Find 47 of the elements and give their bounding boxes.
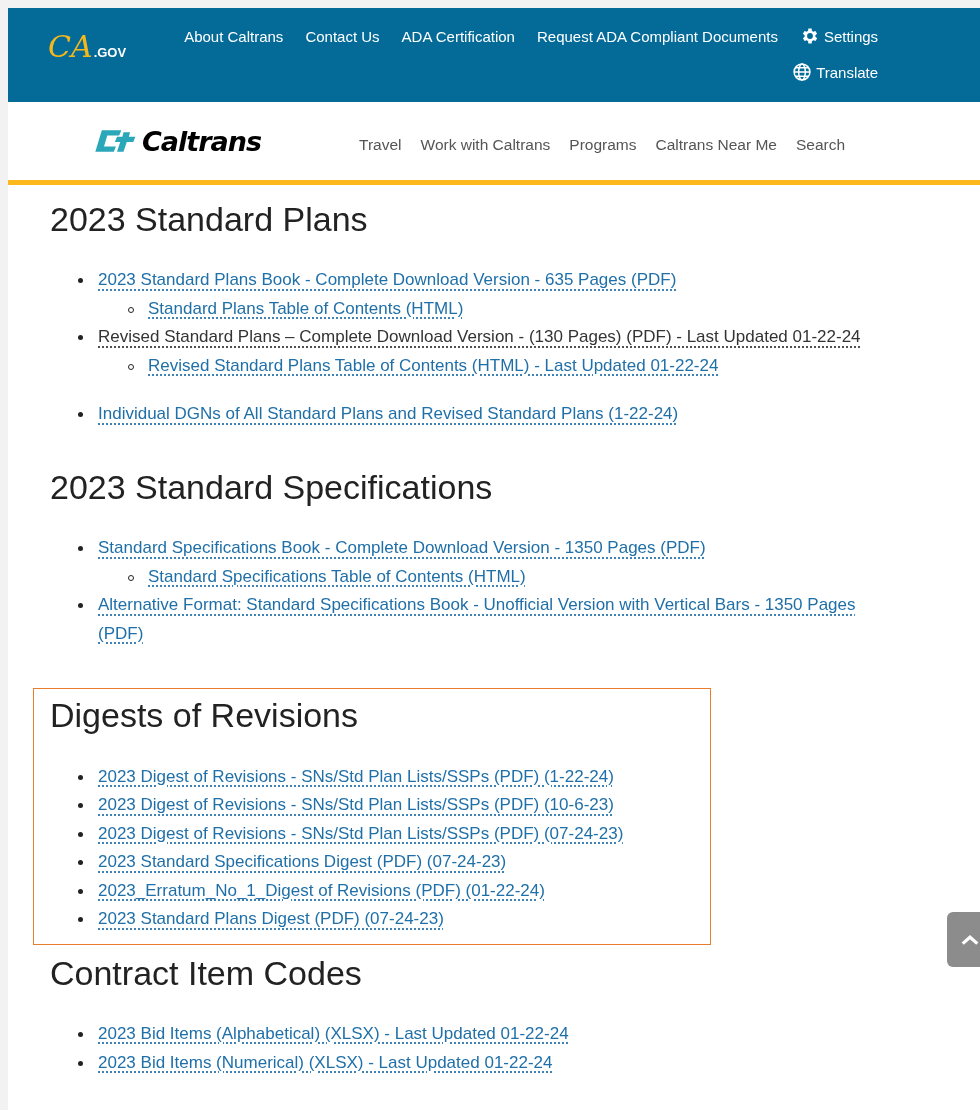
bullet-icon	[78, 412, 83, 418]
section-heading: 2023 Standard Plans	[50, 201, 369, 239]
nav-link[interactable]: Travel	[359, 136, 402, 154]
document-link[interactable]: Alternative Format: Standard Specifications Book - Unofficial Version with Vertical Bars - 1350 Pages (PDF)	[98, 591, 886, 649]
nav-link[interactable]: Programs	[569, 136, 637, 154]
nav-link[interactable]: Search	[795, 136, 846, 154]
document-link[interactable]: 2023 Digest of Revisions - SNs/Std Plan Lists/SSPs (PDF) (10-6-23)	[98, 791, 614, 820]
bullet-icon	[78, 888, 83, 894]
document-link[interactable]: Standard Specifications Book - Complete Download Version - 1350 Pages (PDF)	[98, 534, 706, 563]
bullet-icon	[78, 335, 83, 341]
bullet-icon	[78, 603, 83, 609]
caltrans-logo[interactable]: Caltrans	[94, 125, 262, 157]
settings-link[interactable]: Settings	[799, 26, 879, 46]
bullet-icon	[78, 546, 83, 552]
bullet-icon	[78, 278, 83, 284]
ca-gov-logo[interactable]: CA.GOV	[48, 22, 127, 62]
bullet-icon	[78, 1060, 83, 1066]
document-link[interactable]: Revised Standard Plans Table of Contents (HTML) - Last Updated 01-22-24	[148, 351, 719, 381]
section-heading: 2023 Standard Specifications	[50, 468, 494, 507]
document-link[interactable]: Standard Specifications Table of Contents (HTML)	[148, 562, 526, 592]
document-link[interactable]: 2023 Digest of Revisions - SNs/Std Plan Lists/SSPs (PDF) (07-24-23)	[98, 819, 624, 849]
header-link[interactable]: Contact Us	[305, 27, 380, 45]
header-link[interactable]: Request ADA Compliant Documents	[536, 27, 778, 45]
document-link[interactable]: Individual DGNs of All Standard Plans and Revised Standard Plans (1-22-24)	[98, 400, 679, 429]
translate-link[interactable]: Translate	[792, 62, 879, 82]
section-heading: Digests of Revisions	[50, 697, 359, 735]
bullet-icon	[78, 774, 83, 780]
bullet-icon	[78, 1032, 83, 1038]
document-link[interactable]: 2023 Bid Items (Alphabetical) (XLSX) - Last Updated 01-22-24	[98, 1020, 569, 1049]
document-link[interactable]: 2023 Standard Specifications Digest (PDF) (07-24-23)	[98, 848, 507, 877]
document-link[interactable]: Revised Standard Plans – Complete Download Version - (130 Pages) (PDF) - Last Updated 01-22-24	[98, 323, 861, 352]
document-link[interactable]: 2023 Bid Items (Numerical) (XLSX) - Last Updated 01-22-24	[98, 1048, 553, 1078]
bullet-icon	[78, 803, 83, 809]
bullet-icon	[78, 831, 83, 837]
bullet-icon	[78, 860, 83, 866]
document-link[interactable]: 2023 Standard Plans Book - Complete Download Version - 635 Pages (PDF)	[98, 266, 677, 295]
header-link[interactable]: About Caltrans	[184, 27, 284, 45]
nav-link[interactable]: Work with Caltrans	[420, 136, 551, 154]
document-link[interactable]: 2023 Digest of Revisions - SNs/Std Plan Lists/SSPs (PDF) (1-22-24)	[98, 762, 614, 792]
document-link[interactable]: 2023_Erratum_No_1_Digest of Revisions (PDF) (01-22-24)	[98, 876, 545, 906]
section-heading: Contract Item Codes	[50, 954, 363, 993]
globe-icon	[792, 62, 813, 82]
document-link[interactable]: Standard Plans Table of Contents (HTML)	[148, 294, 464, 324]
document-link[interactable]: 2023 Standard Plans Digest (PDF) (07-24-23)	[98, 905, 444, 934]
header-link[interactable]: ADA Certification	[401, 27, 515, 45]
nav-link[interactable]: Caltrans Near Me	[655, 136, 777, 154]
bullet-icon	[78, 917, 83, 923]
